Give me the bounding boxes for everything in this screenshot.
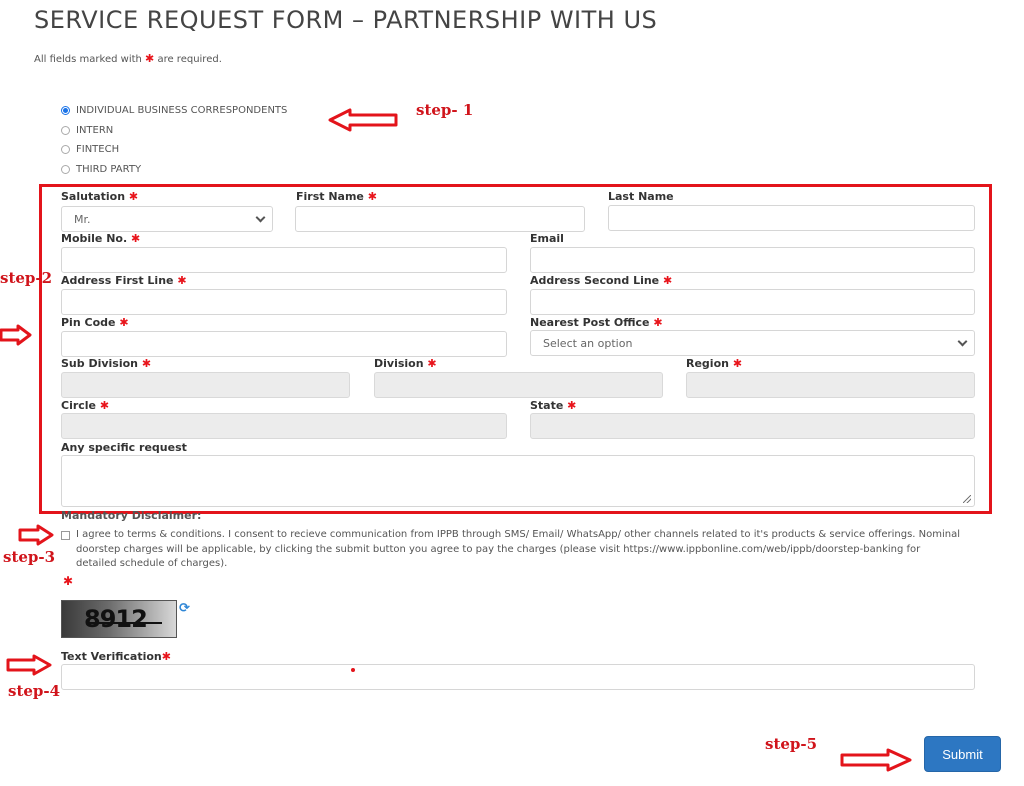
required-star-icon: ✱ (119, 316, 129, 329)
radio-third-party[interactable]: THIRD PARTY (61, 160, 287, 180)
refresh-captcha-icon[interactable]: ⟳ (179, 601, 190, 616)
salutation-label: Salutation ✱ (61, 190, 139, 203)
email-label: Email (530, 232, 564, 245)
division-label: Division ✱ (374, 357, 437, 370)
chevron-down-icon (957, 336, 968, 346)
resize-handle-icon[interactable] (963, 495, 971, 503)
disclaimer-title: Mandatory Disclaimer: (61, 509, 202, 522)
sub-division-label: Sub Division ✱ (61, 357, 152, 370)
arrow-right-icon (6, 654, 52, 676)
address1-input[interactable] (61, 289, 507, 315)
circle-input (61, 413, 507, 439)
step4-annotation: step-4 (8, 682, 61, 700)
disclaimer-text: I agree to terms & conditions. I consent… (76, 529, 961, 569)
required-star-icon: ✱ (145, 52, 155, 65)
page-title: SERVICE REQUEST FORM – PARTNERSHIP WITH … (34, 6, 658, 34)
captcha-image: 8912 (61, 600, 177, 638)
post-office-select[interactable]: Select an option (530, 330, 975, 356)
mobile-label: Mobile No. ✱ (61, 232, 141, 245)
arrow-right-icon (840, 748, 912, 772)
verification-label: Text Verification✱ (61, 650, 171, 663)
required-star-icon: ✱ (567, 399, 577, 412)
marker-dot (351, 668, 355, 672)
submit-button[interactable]: Submit (924, 736, 1001, 772)
required-star-icon: ✱ (99, 399, 110, 412)
radio-label: THIRD PARTY (76, 163, 142, 175)
required-note-prefix: All fields marked with (34, 54, 142, 65)
terms-checkbox[interactable] (61, 531, 70, 540)
partner-type-radio-group: INDIVIDUAL BUSINESS CORRESPONDENTS INTER… (61, 101, 287, 179)
required-star-icon: ✱ (427, 357, 437, 370)
specific-request-label: Any specific request (61, 441, 187, 454)
salutation-select[interactable]: Mr. (61, 206, 273, 232)
disclaimer: I agree to terms & conditions. I consent… (61, 528, 961, 572)
radio-label: INTERN (76, 124, 114, 136)
required-star-icon: ✱ (732, 357, 743, 370)
radio-button[interactable] (61, 125, 70, 135)
captcha-text: 8912 (84, 605, 148, 633)
required-star-icon: ✱ (662, 274, 673, 287)
address2-label: Address Second Line ✱ (530, 274, 673, 287)
state-input (530, 413, 975, 439)
region-input (686, 372, 975, 398)
salutation-value: Mr. (74, 212, 91, 226)
arrow-right-icon (0, 324, 32, 346)
radio-button[interactable] (61, 145, 70, 155)
circle-label: Circle ✱ (61, 399, 110, 412)
pin-code-label: Pin Code ✱ (61, 316, 129, 329)
region-label: Region ✱ (686, 357, 743, 370)
last-name-input[interactable] (608, 205, 975, 231)
step1-annotation: step- 1 (416, 101, 474, 119)
address1-label: Address First Line ✱ (61, 274, 187, 287)
arrow-left-icon (328, 108, 398, 132)
pin-code-input[interactable] (61, 331, 507, 357)
chevron-down-icon (255, 212, 266, 222)
sub-division-input (61, 372, 350, 398)
radio-button-checked[interactable] (61, 106, 70, 116)
required-note: All fields marked with ✱ are required. (34, 52, 222, 65)
specific-request-textarea[interactable] (61, 455, 975, 507)
required-star-icon: ✱ (131, 232, 141, 245)
radio-individual-bc[interactable]: INDIVIDUAL BUSINESS CORRESPONDENTS (61, 101, 287, 121)
required-star-icon: ✱ (177, 274, 187, 287)
required-star-icon: ✱ (161, 650, 171, 663)
division-input (374, 372, 663, 398)
step3-annotation: step-3 (3, 548, 56, 566)
state-label: State ✱ (530, 399, 577, 412)
radio-label: FINTECH (76, 144, 120, 156)
radio-label: INDIVIDUAL BUSINESS CORRESPONDENTS (76, 105, 288, 117)
post-office-label: Nearest Post Office ✱ (530, 316, 663, 329)
radio-fintech[interactable]: FINTECH (61, 140, 287, 160)
required-star-icon: ✱ (63, 574, 74, 588)
radio-button[interactable] (61, 164, 70, 174)
required-note-suffix: are required. (157, 54, 222, 65)
first-name-input[interactable] (295, 206, 585, 232)
required-star-icon: ✱ (141, 357, 152, 370)
verification-input[interactable] (61, 664, 975, 690)
step2-annotation: step-2 (0, 269, 53, 287)
required-star-icon: ✱ (653, 316, 663, 329)
mobile-input[interactable] (61, 247, 507, 273)
arrow-right-icon (18, 524, 54, 546)
post-office-placeholder: Select an option (543, 336, 633, 350)
step5-annotation: step-5 (765, 735, 818, 753)
email-input[interactable] (530, 247, 975, 273)
required-star-icon: ✱ (128, 190, 139, 203)
required-star-icon: ✱ (367, 190, 377, 203)
last-name-label: Last Name (608, 190, 674, 203)
address2-input[interactable] (530, 289, 975, 315)
first-name-label: First Name ✱ (296, 190, 377, 203)
radio-intern[interactable]: INTERN (61, 121, 287, 141)
